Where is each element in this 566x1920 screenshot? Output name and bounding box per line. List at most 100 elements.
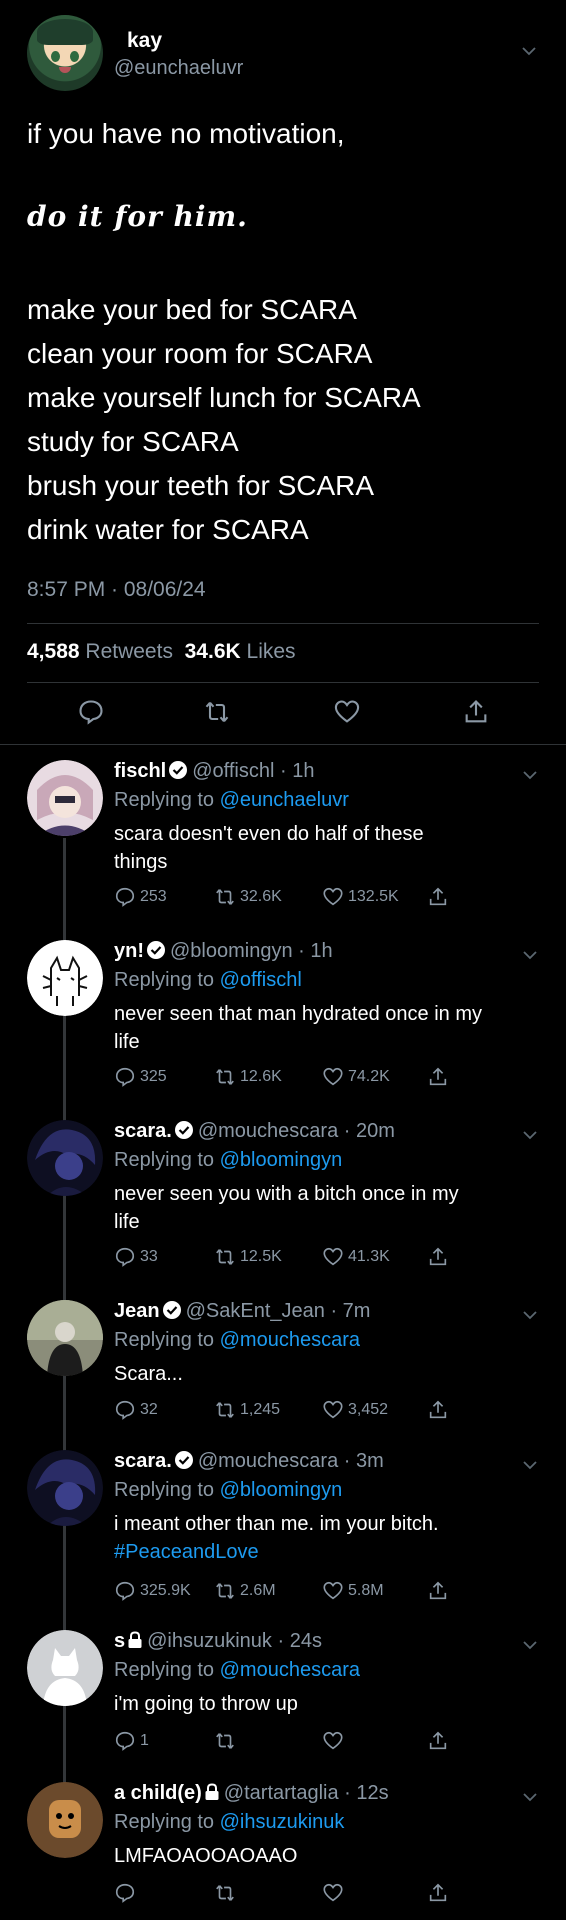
avatar[interactable]	[27, 940, 103, 1016]
reply-action-bar: 33 12.5K 41.3K	[114, 1246, 534, 1272]
reply-button[interactable]: 325.9K	[114, 1580, 191, 1602]
reply-author-name[interactable]: a child(e)	[114, 1782, 202, 1804]
reply-time[interactable]: · 20m	[344, 1120, 395, 1142]
likes-label[interactable]: Likes	[247, 640, 296, 663]
tweet-timestamp[interactable]: 8:57 PM · 08/06/24	[27, 578, 206, 602]
like-button[interactable]	[322, 1882, 344, 1904]
retweet-button[interactable]	[214, 1730, 236, 1752]
reply-time[interactable]: · 7m	[330, 1300, 370, 1322]
reply-time[interactable]: · 12s	[344, 1782, 388, 1804]
replying-to-link[interactable]: @mouchescara	[220, 1329, 360, 1351]
retweet-count: 2.6M	[240, 1582, 276, 1599]
replying-to-link[interactable]: @offischl	[220, 969, 302, 991]
reply-author-name[interactable]: yn!	[114, 940, 144, 962]
reply-button[interactable]	[114, 1882, 136, 1904]
chevron-down-icon[interactable]	[522, 44, 536, 58]
reply-author-name[interactable]: scara.	[114, 1450, 172, 1472]
reply-button[interactable]: 33	[114, 1246, 158, 1268]
reply-time[interactable]: · 1h	[298, 940, 332, 962]
reply-author-name[interactable]: Jean	[114, 1300, 160, 1322]
reply-button[interactable]: 32	[114, 1399, 158, 1421]
avatar[interactable]	[27, 1630, 103, 1706]
replying-to-link[interactable]: @eunchaeluvr	[220, 789, 349, 811]
replying-to-link[interactable]: @ihsuzukinuk	[220, 1811, 345, 1833]
reply-icon[interactable]	[77, 698, 105, 726]
replying-to-label: Replying to	[114, 1329, 215, 1351]
reply-time[interactable]: · 3m	[344, 1450, 384, 1472]
replying-to-link[interactable]: @bloomingyn	[220, 1479, 343, 1501]
retweets-label[interactable]: Retweets	[85, 640, 173, 663]
retweet-icon[interactable]	[203, 698, 231, 726]
retweet-button[interactable]: 1,245	[214, 1399, 280, 1421]
tweet-text-line: make yourself lunch for SCARA	[27, 382, 421, 413]
avatar[interactable]	[27, 15, 103, 91]
share-button[interactable]	[427, 1399, 449, 1421]
chevron-down-icon[interactable]	[523, 1128, 537, 1142]
chevron-down-icon[interactable]	[523, 1458, 537, 1472]
chevron-down-icon[interactable]	[523, 948, 537, 962]
heart-icon[interactable]	[333, 698, 361, 726]
reply-author-handle[interactable]: @ihsuzukinuk	[147, 1630, 272, 1652]
author-handle[interactable]: @eunchaeluvr	[114, 57, 243, 80]
reply-time[interactable]: · 1h	[280, 760, 314, 782]
retweet-button[interactable]: 12.6K	[214, 1066, 282, 1088]
like-button[interactable]: 74.2K	[322, 1066, 390, 1088]
reply-author-handle[interactable]: @mouchescara	[198, 1120, 338, 1142]
replying-to-label: Replying to	[114, 1659, 215, 1681]
like-button[interactable]: 5.8M	[322, 1580, 384, 1602]
reply-button[interactable]: 1	[114, 1730, 149, 1752]
retweet-button[interactable]: 12.5K	[214, 1246, 282, 1268]
like-button[interactable]	[322, 1730, 344, 1752]
share-icon[interactable]	[462, 698, 490, 726]
reply-author-name[interactable]: fischl	[114, 760, 166, 782]
likes-count[interactable]: 34.6K	[185, 640, 241, 663]
share-button[interactable]	[427, 1066, 449, 1088]
reply-action-bar: 32 1,245 3,452	[114, 1399, 534, 1425]
chevron-down-icon[interactable]	[523, 1308, 537, 1322]
reply-author-handle[interactable]: @mouchescara	[198, 1450, 338, 1472]
reply-author-handle[interactable]: @bloomingyn	[170, 940, 293, 962]
retweet-count: 12.6K	[240, 1068, 282, 1085]
avatar[interactable]	[27, 1782, 103, 1858]
tweet-text-line: make your bed for SCARA	[27, 294, 357, 325]
tweet-text-line: if you have no motivation,	[27, 118, 345, 149]
retweet-button[interactable]	[214, 1882, 236, 1904]
like-button[interactable]: 41.3K	[322, 1246, 390, 1268]
reply-button[interactable]: 325	[114, 1066, 167, 1088]
reply-count: 253	[140, 888, 167, 905]
like-button[interactable]: 132.5K	[322, 886, 399, 908]
avatar[interactable]	[27, 1300, 103, 1376]
author-name[interactable]: kay	[127, 29, 162, 53]
reply-action-bar: 253 32.6K 132.5K	[114, 886, 534, 912]
retweet-button[interactable]: 32.6K	[214, 886, 282, 908]
avatar[interactable]	[27, 1450, 103, 1526]
share-button[interactable]	[427, 1730, 449, 1752]
replying-to-link[interactable]: @mouchescara	[220, 1659, 360, 1681]
replying-to-link[interactable]: @bloomingyn	[220, 1149, 343, 1171]
chevron-down-icon[interactable]	[523, 768, 537, 782]
replying-to: Replying to @bloomingyn	[114, 1149, 342, 1172]
like-button[interactable]: 3,452	[322, 1399, 388, 1421]
avatar[interactable]	[27, 1120, 103, 1196]
reply-time[interactable]: · 24s	[278, 1630, 322, 1652]
reply-button[interactable]: 253	[114, 886, 167, 908]
replying-to: Replying to @ihsuzukinuk	[114, 1811, 344, 1834]
reply-header: yn! @bloomingyn · 1h	[114, 940, 333, 963]
avatar[interactable]	[27, 760, 103, 836]
tweet-stats: 4,588 Retweets 34.6K Likes	[27, 640, 296, 664]
share-button[interactable]	[427, 886, 449, 908]
share-button[interactable]	[427, 1580, 449, 1602]
retweet-button[interactable]: 2.6M	[214, 1580, 276, 1602]
reply-author-name[interactable]: s	[114, 1630, 125, 1652]
chevron-down-icon[interactable]	[523, 1790, 537, 1804]
reply-author-name[interactable]: scara.	[114, 1120, 172, 1142]
retweets-count[interactable]: 4,588	[27, 640, 80, 663]
like-count: 74.2K	[348, 1068, 390, 1085]
reply-author-handle[interactable]: @SakEnt_Jean	[186, 1300, 325, 1322]
chevron-down-icon[interactable]	[523, 1638, 537, 1652]
hashtag-link[interactable]: #PeaceandLove	[114, 1538, 544, 1566]
reply-author-handle[interactable]: @offischl	[192, 760, 274, 782]
share-button[interactable]	[427, 1246, 449, 1268]
reply-author-handle[interactable]: @tartartaglia	[224, 1782, 339, 1804]
share-button[interactable]	[427, 1882, 449, 1904]
